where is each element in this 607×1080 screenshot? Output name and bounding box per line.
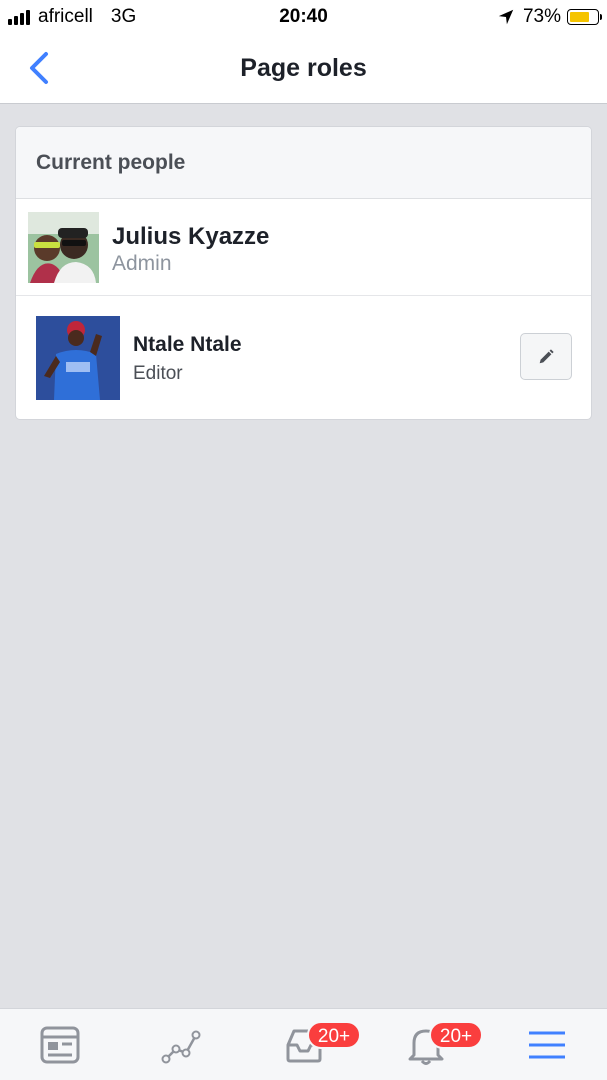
nav-bar: Page roles (0, 34, 607, 104)
tab-menu[interactable] (525, 1023, 569, 1067)
menu-icon (529, 1031, 565, 1059)
inbox-badge: 20+ (307, 1021, 361, 1049)
avatar (36, 316, 120, 400)
battery-icon (567, 9, 602, 25)
person-role: Editor (133, 363, 183, 384)
notifications-badge: 20+ (429, 1021, 483, 1049)
person-name: Julius Kyazze (112, 223, 270, 250)
tab-feed[interactable] (38, 1023, 82, 1067)
status-right: 73% (497, 6, 602, 28)
person-name: Ntale Ntale (133, 333, 242, 356)
edit-button[interactable] (520, 333, 572, 380)
person-row[interactable]: Julius Kyazze Admin (16, 199, 591, 296)
current-people-card: Current people Julius Kyazze Admin Ntale… (15, 126, 592, 420)
status-bar: africell 3G 20:40 73% (0, 0, 607, 34)
battery-percent: 73% (522, 6, 561, 27)
pencil-icon (539, 348, 554, 363)
location-arrow-icon (498, 9, 514, 25)
page-title: Page roles (240, 54, 367, 82)
person-row[interactable]: Ntale Ntale Editor (16, 296, 591, 419)
tab-bar: 20+ 20+ (0, 1008, 607, 1080)
insights-icon (161, 1030, 201, 1064)
person-role: Admin (112, 252, 172, 275)
avatar (28, 212, 99, 283)
battery-fill (570, 12, 589, 22)
tab-insights[interactable] (160, 1023, 204, 1067)
section-header: Current people (16, 127, 591, 199)
feed-icon (40, 1026, 80, 1064)
